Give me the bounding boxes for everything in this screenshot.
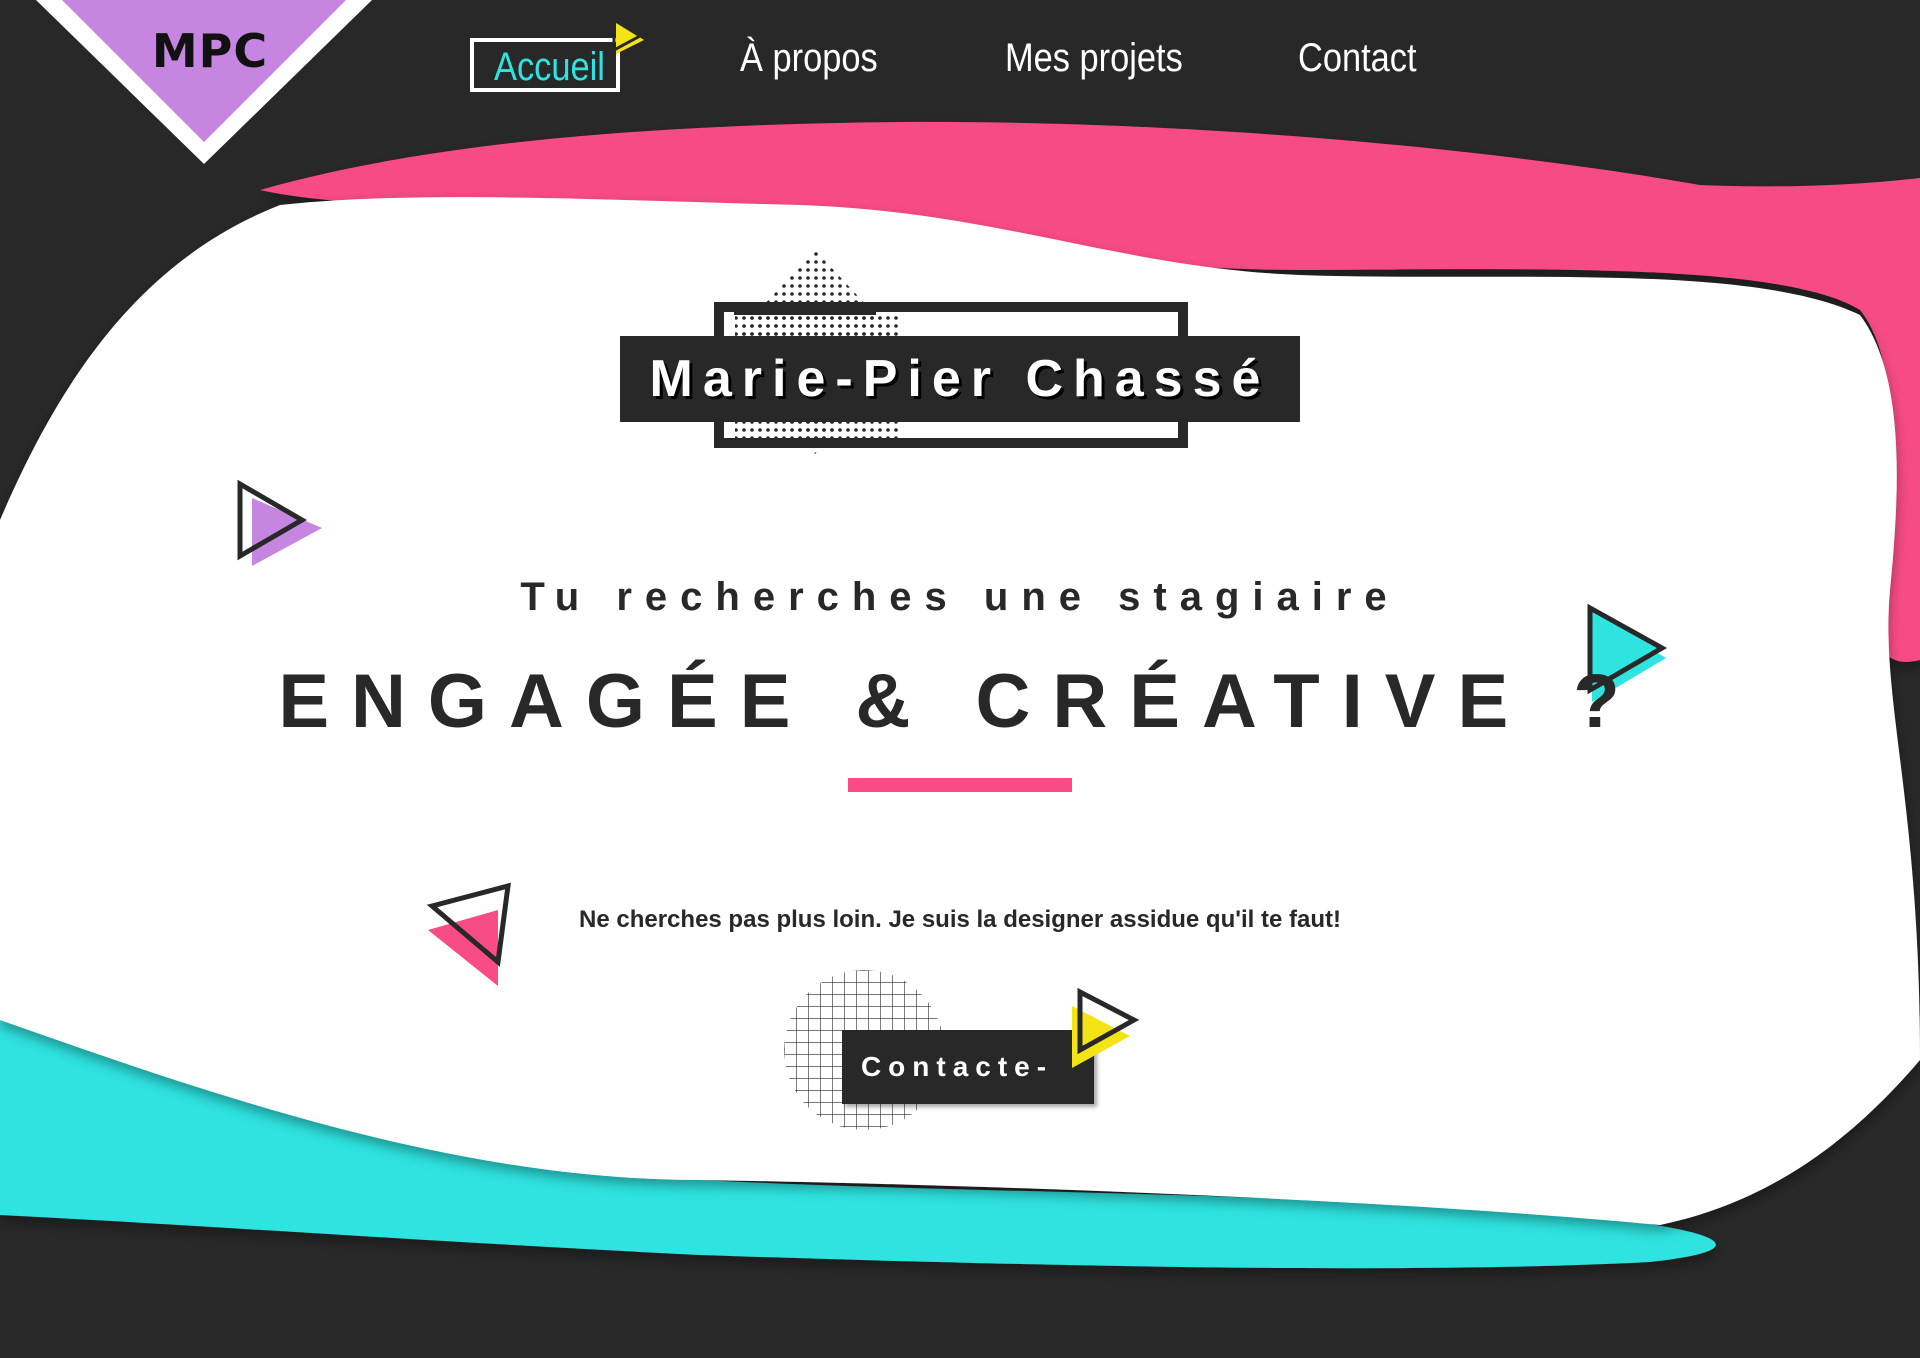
nav-item-accueil[interactable]: Accueil (470, 38, 620, 92)
main-nav: Accueil À propos Mes projets Contact (470, 18, 1470, 106)
logo-text: MPC (151, 24, 269, 78)
nav-item-contact[interactable]: Contact (1298, 36, 1417, 81)
hero-title: ENGAGÉE & CRÉATIVE ? (278, 659, 1642, 744)
logo[interactable]: MPC (0, 0, 420, 170)
yellow-triangle-icon (1072, 987, 1140, 1068)
title-underline (848, 778, 1072, 792)
play-triangle-icon (612, 18, 644, 54)
purple-triangle-icon (237, 480, 322, 566)
hero-subtitle: Tu recherches une stagiaire (520, 575, 1400, 619)
nav-item-mes-projets[interactable]: Mes projets (1005, 36, 1183, 81)
name-block: Marie-Pier Chassé (620, 250, 1300, 510)
nav-item-accueil-label: Accueil (494, 45, 605, 89)
nav-item-a-propos[interactable]: À propos (740, 36, 878, 81)
contact-button-label: Contacte-moi (860, 1051, 1054, 1156)
hero-tagline: Ne cherches pas plus loin. Je suis la de… (579, 906, 1341, 933)
name-heading: Marie-Pier Chassé (649, 350, 1271, 408)
contact-button[interactable]: Contacte-moi (842, 1030, 1094, 1156)
pink-triangle-icon (426, 882, 511, 986)
